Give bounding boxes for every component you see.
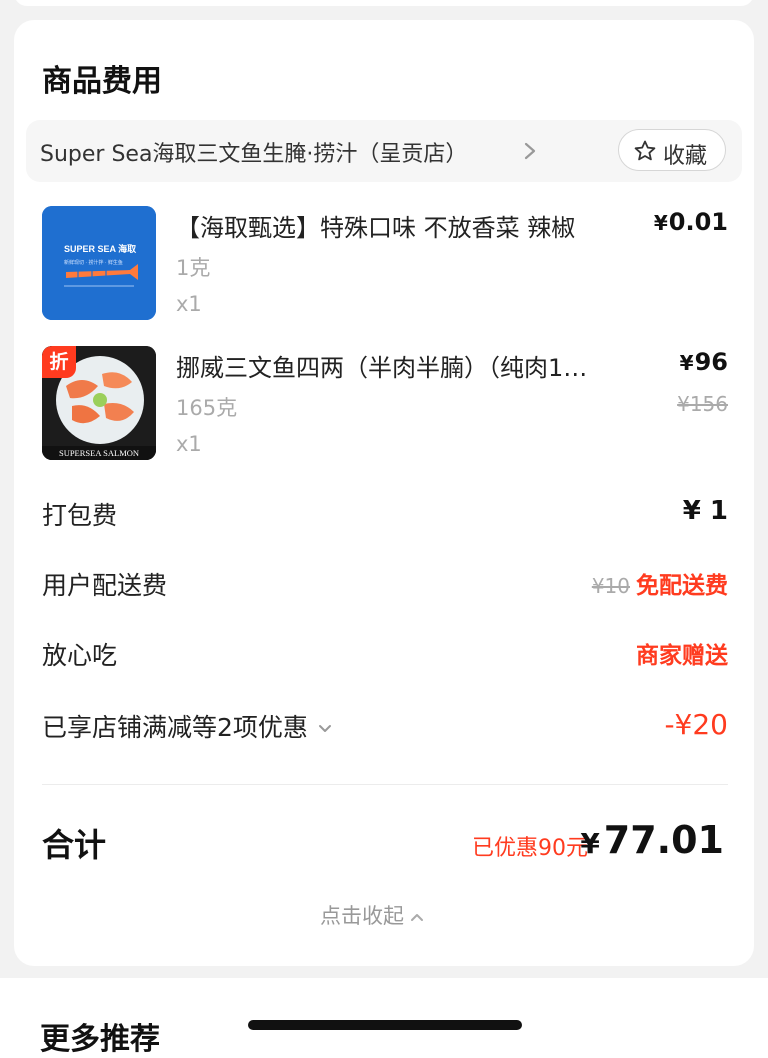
assured-value: 商家赠送 — [636, 643, 728, 669]
packing-fee-value: ¥ 1 — [682, 496, 728, 526]
item-image[interactable]: SUPERSEA SALMON 折 — [42, 346, 156, 460]
svg-text:SUPER SEA 海取: SUPER SEA 海取 — [64, 243, 137, 254]
collapse-button[interactable]: 点击收起 — [320, 900, 426, 930]
discount-label[interactable]: 已享店铺满减等2项优惠 — [42, 708, 334, 744]
favorite-button[interactable]: 收藏 — [618, 129, 726, 171]
discount-row[interactable]: 已享店铺满减等2项优惠 -¥20 — [42, 708, 728, 748]
cart-item[interactable]: SUPER SEA 海取 新鲜现切 · 捞汁拌 · 鲜生鱼 【海取甄选】特殊口味… — [42, 206, 728, 324]
total-saved: 已优惠90元 — [472, 836, 588, 861]
delivery-fee-label: 用户配送费 — [42, 571, 168, 600]
total-value: ¥77.01 — [580, 818, 724, 862]
chevron-right-icon[interactable] — [520, 140, 540, 162]
svg-text:新鲜现切 · 捞汁拌 · 鲜生鱼: 新鲜现切 · 捞汁拌 · 鲜生鱼 — [64, 259, 123, 266]
cart-item[interactable]: SUPERSEA SALMON 折 挪威三文鱼四两（半肉半腩）（纯肉1… 165… — [42, 346, 728, 464]
section-title: 商品费用 — [42, 64, 162, 99]
discount-value: -¥20 — [664, 708, 728, 741]
item-quantity: x1 — [176, 292, 202, 316]
item-price: ¥96 — [679, 348, 728, 376]
supersea-logo-image: SUPER SEA 海取 新鲜现切 · 捞汁拌 · 鲜生鱼 — [42, 206, 156, 320]
discount-badge: 折 — [42, 346, 76, 378]
delivery-fee-value: ¥10 免配送费 — [592, 566, 728, 600]
store-name[interactable]: Super Sea海取三文鱼生腌·捞汁（呈贡店） — [40, 136, 467, 168]
item-name: 挪威三文鱼四两（半肉半腩）（纯肉1… — [176, 354, 588, 382]
item-spec: 1克 — [176, 256, 211, 280]
packing-fee-label: 打包费 — [42, 501, 118, 530]
delivery-original-fee: ¥10 — [591, 574, 630, 598]
item-original-price: ¥156 — [677, 392, 728, 416]
chevron-down-icon[interactable] — [316, 722, 334, 736]
item-name: 【海取甄选】特殊口味 不放香菜 辣椒 — [176, 214, 576, 242]
svg-text:SUPERSEA SALMON: SUPERSEA SALMON — [59, 448, 139, 458]
assured-row: 放心吃 商家赠送 — [42, 636, 728, 676]
packing-fee-row: 打包费 ¥ 1 — [42, 496, 728, 536]
item-spec: 165克 — [176, 396, 238, 420]
item-price: ¥0.01 — [653, 208, 728, 236]
previous-card — [14, 0, 754, 6]
chevron-up-icon — [411, 914, 423, 921]
home-indicator[interactable] — [248, 1020, 522, 1030]
favorite-label: 收藏 — [663, 144, 708, 169]
delivery-fee-row: 用户配送费 ¥10 免配送费 — [42, 566, 728, 606]
more-recommendations-title: 更多推荐 — [40, 1022, 160, 1057]
recommendations-card: 更多推荐 — [0, 978, 768, 1058]
total-label: 合计 — [42, 826, 107, 864]
free-delivery-text: 免配送费 — [636, 573, 728, 599]
divider — [42, 784, 728, 785]
star-icon — [634, 140, 656, 161]
item-image[interactable]: SUPER SEA 海取 新鲜现切 · 捞汁拌 · 鲜生鱼 — [42, 206, 156, 320]
order-cost-card: 商品费用 Super Sea海取三文鱼生腌·捞汁（呈贡店） 收藏 SUPER S… — [14, 20, 754, 966]
store-bar[interactable]: Super Sea海取三文鱼生腌·捞汁（呈贡店） 收藏 — [26, 120, 742, 182]
item-quantity: x1 — [176, 432, 202, 456]
assured-label: 放心吃 — [42, 641, 118, 670]
